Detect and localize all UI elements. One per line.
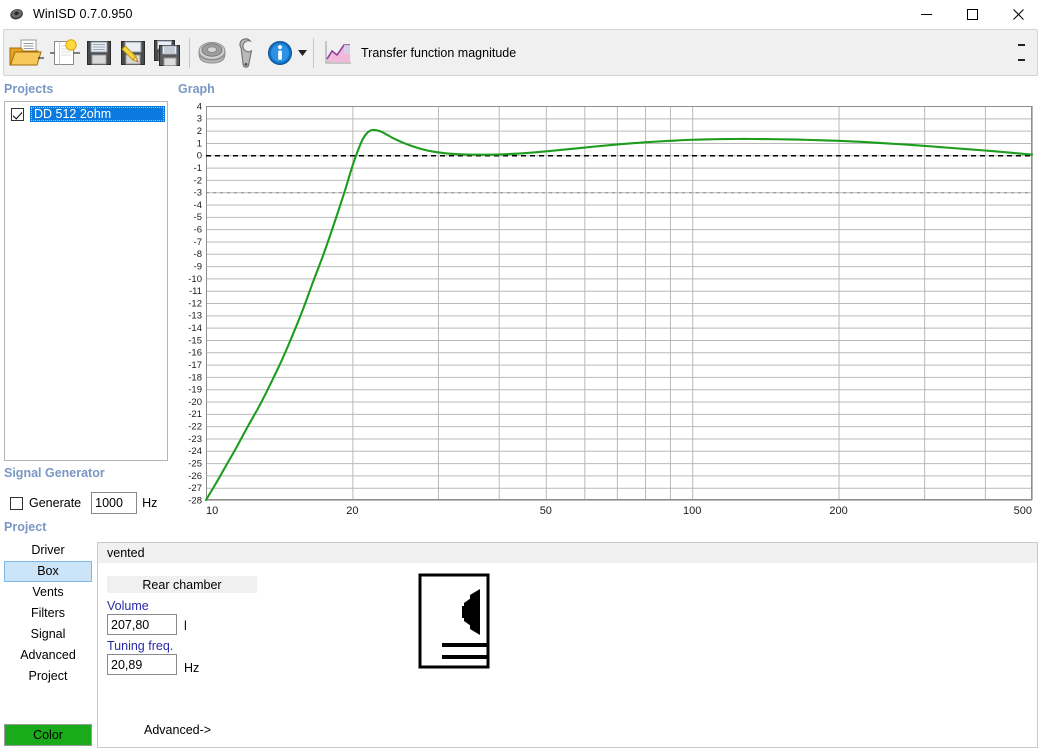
box-parameters-panel: vented Rear chamber Volume l Tuning freq…	[97, 542, 1038, 748]
toolbar-dash-1	[1018, 43, 1025, 46]
svg-text:-18: -18	[188, 372, 202, 383]
nav-item-vents[interactable]: Vents	[4, 582, 92, 603]
svg-text:-2: -2	[194, 175, 202, 186]
nav-item-project[interactable]: Project	[4, 666, 92, 687]
svg-text:1: 1	[197, 138, 202, 149]
project-checkbox[interactable]	[11, 107, 24, 121]
projects-caption: Projects	[4, 82, 54, 96]
svg-text:3: 3	[197, 114, 202, 125]
volume-unit-label: l	[184, 619, 187, 633]
save-icon[interactable]	[82, 33, 116, 73]
svg-text:-9: -9	[194, 261, 202, 272]
signal-generator-caption: Signal Generator	[4, 466, 105, 480]
svg-text:-27: -27	[188, 483, 202, 494]
svg-text:-22: -22	[188, 422, 202, 433]
nav-item-signal[interactable]: Signal	[4, 624, 92, 645]
project-caption: Project	[4, 520, 47, 534]
close-button[interactable]	[995, 0, 1041, 28]
svg-text:-16: -16	[188, 348, 202, 359]
volume-label: Volume	[107, 599, 149, 613]
nav-item-advanced[interactable]: Advanced	[4, 645, 92, 666]
generate-checkbox[interactable]	[10, 496, 23, 510]
minimize-button[interactable]	[903, 0, 949, 28]
window-title: WinISD 0.7.0.950	[33, 7, 133, 21]
svg-text:-5: -5	[194, 212, 202, 223]
svg-text:-12: -12	[188, 298, 202, 309]
edit-save-icon[interactable]	[116, 33, 150, 73]
vented-box-diagram-icon	[418, 573, 492, 672]
svg-text:4: 4	[197, 101, 202, 112]
svg-text:-3: -3	[194, 188, 202, 199]
project-nav: Driver Box Vents Filters Signal Advanced…	[4, 540, 92, 687]
svg-text:-23: -23	[188, 434, 202, 445]
open-project-icon[interactable]	[4, 33, 48, 73]
svg-text:2: 2	[197, 126, 202, 137]
driver-database-icon[interactable]	[195, 33, 229, 73]
svg-text:50: 50	[540, 505, 552, 517]
maximize-button[interactable]	[949, 0, 995, 28]
svg-text:-14: -14	[188, 323, 202, 334]
toolbar-separator-1	[189, 37, 190, 68]
svg-text:-19: -19	[188, 385, 202, 396]
tuning-freq-label: Tuning freq.	[107, 639, 174, 653]
svg-text:-21: -21	[188, 409, 202, 420]
svg-text:200: 200	[829, 505, 847, 517]
svg-text:-17: -17	[188, 360, 202, 371]
transfer-function-chart[interactable]: 43210-1-2-3-4-5-6-7-8-9-10-11-12-13-14-1…	[172, 100, 1038, 524]
tuning-freq-unit-label: Hz	[184, 661, 200, 675]
toolbar-overflow[interactable]	[993, 30, 1037, 75]
generate-label: Generate	[29, 496, 82, 510]
svg-text:20: 20	[346, 505, 358, 517]
svg-text:-6: -6	[194, 225, 202, 236]
frequency-unit-label: Hz	[142, 496, 158, 510]
svg-text:-26: -26	[188, 471, 202, 482]
color-button[interactable]: Color	[4, 724, 92, 746]
svg-text:-10: -10	[188, 274, 202, 285]
svg-text:-25: -25	[188, 458, 202, 469]
winisd-window: WinISD 0.7.0.950 Transfer function magni…	[0, 0, 1041, 753]
svg-text:-4: -4	[194, 200, 202, 211]
tuning-freq-input[interactable]	[107, 654, 177, 675]
svg-text:-13: -13	[188, 311, 202, 322]
alignment-header: vented	[98, 543, 1037, 563]
nav-item-box[interactable]: Box	[4, 561, 92, 582]
svg-text:500: 500	[1014, 505, 1032, 517]
svg-text:-15: -15	[188, 335, 202, 346]
svg-text:-11: -11	[189, 286, 202, 297]
svg-text:100: 100	[683, 505, 701, 517]
svg-text:-7: -7	[194, 237, 202, 248]
chart-icon[interactable]	[319, 33, 355, 73]
main-toolbar: Transfer function magnitude	[3, 29, 1038, 76]
info-dropdown-caret-icon[interactable]	[297, 33, 308, 73]
svg-text:-24: -24	[188, 446, 202, 457]
graph-caption: Graph	[178, 82, 215, 96]
graph-panel[interactable]: 4 3 2 1 0 -1 -2 -3 -4 -5 -6 -7 -8 -9 -10 -11 -12 -13 -14 -1…	[172, 100, 1038, 524]
window-controls	[903, 0, 1041, 28]
advanced-link[interactable]: Advanced->	[144, 723, 211, 737]
svg-text:-28: -28	[188, 495, 202, 506]
app-speaker-icon	[9, 6, 25, 22]
tools-icon[interactable]	[229, 33, 263, 73]
svg-text:10: 10	[206, 505, 218, 517]
toolbar-dash-2	[1018, 59, 1025, 62]
svg-text:-20: -20	[188, 397, 202, 408]
graph-type-label: Transfer function magnitude	[361, 45, 517, 60]
nav-item-filters[interactable]: Filters	[4, 603, 92, 624]
signal-generator-controls: Generate Hz	[10, 492, 157, 514]
rear-chamber-tab[interactable]: Rear chamber	[107, 576, 257, 593]
list-item[interactable]: DD 512 2ohm	[7, 105, 165, 123]
nav-item-driver[interactable]: Driver	[4, 540, 92, 561]
project-name-label[interactable]: DD 512 2ohm	[30, 106, 165, 122]
save-all-icon[interactable]	[150, 33, 184, 73]
new-project-icon[interactable]	[48, 33, 82, 73]
title-bar: WinISD 0.7.0.950	[0, 0, 1041, 28]
frequency-input[interactable]	[91, 492, 138, 514]
toolbar-separator-2	[313, 37, 314, 68]
svg-text:-8: -8	[194, 249, 202, 260]
svg-text:0: 0	[197, 151, 202, 162]
projects-list[interactable]: DD 512 2ohm	[4, 101, 168, 461]
volume-input[interactable]	[107, 614, 177, 635]
info-icon[interactable]	[263, 33, 297, 73]
svg-text:-1: -1	[194, 163, 202, 174]
